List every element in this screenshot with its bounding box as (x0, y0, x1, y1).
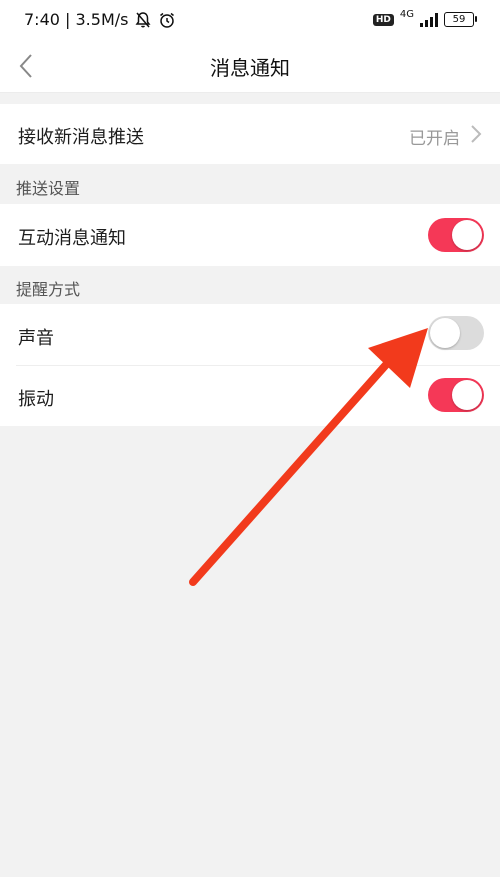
status-right: HD 4G 59 (372, 9, 477, 27)
toggle-knob (430, 318, 460, 348)
time-speed-text: 7:40 | 3.5M/s (24, 10, 129, 29)
toggle-knob (452, 220, 482, 250)
interaction-notify-toggle[interactable] (428, 218, 484, 252)
status-left: 7:40 | 3.5M/s (24, 10, 176, 29)
vibrate-label: 振动 (18, 389, 54, 410)
battery-level-text: 59 (452, 14, 466, 25)
vibrate-row: 振动 (0, 366, 500, 426)
network-type-label: 4G (399, 9, 414, 20)
battery-icon: 59 (444, 12, 477, 27)
interaction-notify-label: 互动消息通知 (18, 228, 126, 249)
interaction-notify-row: 互动消息通知 (0, 204, 500, 266)
reminder-header: 提醒方式 (0, 266, 500, 304)
sound-label: 声音 (18, 328, 54, 349)
alarm-clock-icon (160, 12, 175, 28)
vibrate-toggle[interactable] (428, 378, 484, 412)
push-settings-header: 推送设置 (0, 164, 500, 204)
push-settings-title: 推送设置 (16, 179, 81, 198)
sound-row: 声音 (0, 304, 500, 366)
chevron-right-icon (471, 125, 482, 143)
receive-push-label: 接收新消息推送 (18, 127, 144, 148)
hd-badge: HD (372, 13, 394, 26)
toggle-knob (452, 380, 482, 410)
mute-bell-icon (135, 11, 151, 27)
sound-toggle[interactable] (428, 316, 484, 350)
receive-push-row[interactable]: 接收新消息推送 已开启 (0, 104, 500, 164)
page-title: 消息通知 (210, 56, 290, 80)
signal-strength-icon (420, 12, 438, 27)
reminder-title: 提醒方式 (16, 280, 81, 299)
status-bar: 7:40 | 3.5M/s HD 4G 59 (0, 0, 500, 40)
receive-push-status: 已开启 (409, 129, 460, 149)
nav-bar: 消息通知 (0, 40, 500, 93)
